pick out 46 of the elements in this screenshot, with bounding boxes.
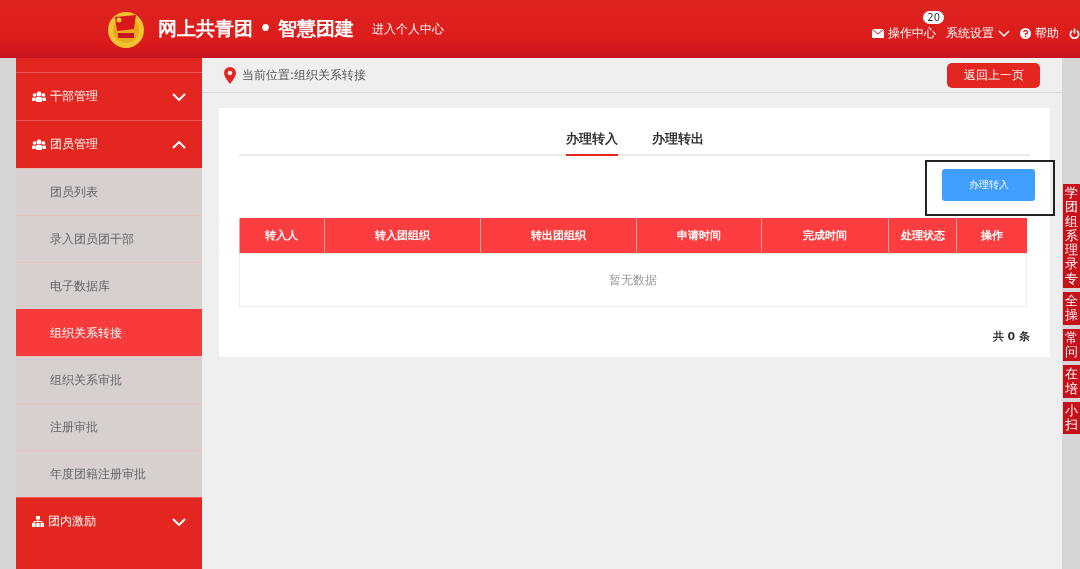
sidebar-item[interactable]: 录入团员团干部 [16,215,202,262]
emblem-logo [106,9,146,49]
chevron-down-icon [172,517,186,526]
back-button[interactable]: 返回上一页 [947,62,1040,88]
chevron-down-icon [172,92,186,101]
side-tab[interactable]: 全操 [1063,292,1080,325]
operation-center-link[interactable]: 操作中心 [872,24,936,42]
breadcrumb: 当前位置:组织关系转接 [242,66,367,84]
sidebar-item[interactable]: 年度团籍注册审批 [16,450,202,497]
tab[interactable]: 办理转入 [565,130,618,156]
location-pin-icon [224,66,236,84]
sidebar-item[interactable]: 团员列表 [16,168,202,215]
sitemap-icon [32,516,44,527]
side-tab[interactable]: 在培 [1063,365,1080,398]
side-tab[interactable]: 学团组系理录专 [1063,184,1080,289]
mail-icon [872,28,884,38]
side-tab[interactable]: 小扫 [1063,401,1080,435]
column-header: 转入人 [239,218,325,254]
column-header: 申请时间 [636,218,762,254]
chevron-down-icon [998,29,1010,37]
help-icon [1020,27,1031,39]
sidebar-item[interactable]: 电子数据库 [16,262,202,309]
column-header: 操作 [956,218,1027,254]
sidebar-group[interactable]: 干部管理 [16,72,202,120]
column-header: 完成时间 [761,218,889,254]
settings-menu[interactable]: 系统设置 [946,24,1010,42]
site-title: 网上共青团 • 智慧团建 [158,16,355,41]
total-count: 共 0 条 [991,329,1030,344]
sidebar-item[interactable]: 组织关系转接 [16,309,202,356]
sidebar-item[interactable]: 注册审批 [16,403,202,450]
column-header: 处理状态 [888,218,957,254]
side-tab[interactable]: 常问 [1063,328,1080,362]
count-badge: 20 [923,10,944,24]
users-icon [32,139,46,150]
chevron-up-icon [172,140,186,149]
column-header: 转入团组织 [324,218,481,254]
sidebar-group[interactable]: 团内激励 [16,497,202,545]
personal-center-link[interactable]: 进入个人中心 [372,20,445,38]
sidebar-item[interactable]: 组织关系审批 [16,356,202,403]
users-icon [32,91,46,102]
transfer-in-button[interactable]: 办理转入 [942,169,1035,201]
column-header: 转出团组织 [480,218,637,254]
tab[interactable]: 办理转出 [651,130,704,156]
help-link[interactable]: 帮助 [1020,24,1059,42]
empty-message: 暂无数据 [239,253,1027,307]
power-icon[interactable] [1069,27,1080,39]
